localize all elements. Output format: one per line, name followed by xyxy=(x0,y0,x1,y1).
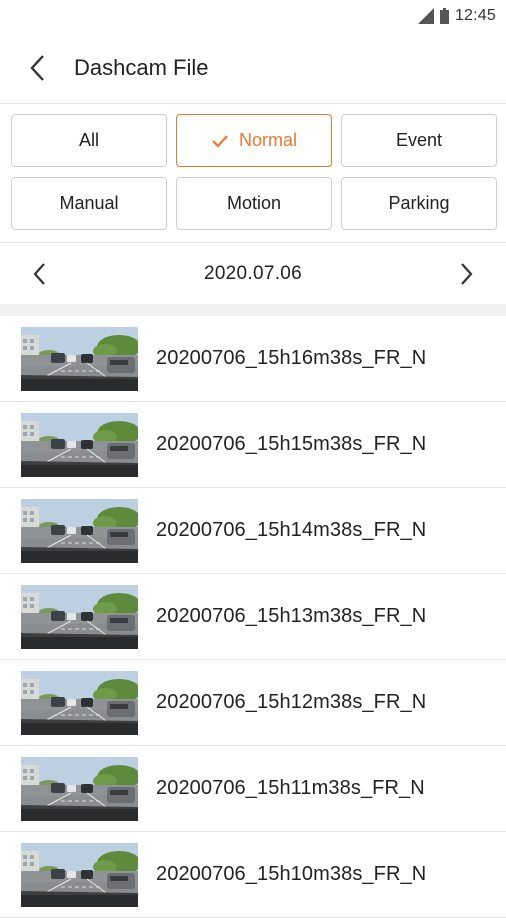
filter-label: All xyxy=(78,130,99,150)
file-item[interactable]: 20200706_15h14m38s_FR_N xyxy=(0,488,506,574)
file-item[interactable]: 20200706_15h11m38s_FR_N xyxy=(0,746,506,832)
filter-label: Event xyxy=(395,130,443,150)
section-divider xyxy=(0,304,506,316)
back-button[interactable] xyxy=(0,32,74,104)
filter-label: Motion xyxy=(226,193,282,213)
file-name: 20200706_15h11m38s_FR_N xyxy=(156,777,425,799)
filter-normal-button[interactable]: Normal xyxy=(176,114,332,167)
filter-label: Manual xyxy=(59,193,119,213)
video-thumbnail xyxy=(21,412,138,477)
checkmark-icon xyxy=(212,134,228,148)
filter-all-button[interactable]: All xyxy=(11,114,167,167)
battery-icon xyxy=(439,8,449,24)
video-thumbnail xyxy=(21,756,138,821)
video-thumbnail xyxy=(21,584,138,649)
file-item[interactable]: 20200706_15h16m38s_FR_N xyxy=(0,316,506,402)
filter-grid: All Normal Event Manual Motion Parking xyxy=(11,114,497,230)
signal-icon xyxy=(417,8,434,24)
file-name: 20200706_15h10m38s_FR_N xyxy=(156,863,427,885)
file-item[interactable]: 20200706_15h10m38s_FR_N xyxy=(0,832,506,918)
file-item[interactable]: 20200706_15h12m38s_FR_N xyxy=(0,660,506,746)
filter-event-button[interactable]: Event xyxy=(341,114,497,167)
date-navigator: 2020.07.06 xyxy=(0,242,506,304)
filter-motion-button[interactable]: Motion xyxy=(176,177,332,230)
file-name: 20200706_15h13m38s_FR_N xyxy=(156,605,427,627)
chevron-left-icon xyxy=(33,262,45,285)
video-thumbnail xyxy=(21,842,138,907)
file-name: 20200706_15h12m38s_FR_N xyxy=(156,691,427,713)
page-title: Dashcam File xyxy=(74,54,209,80)
current-date: 2020.07.06 xyxy=(203,262,303,284)
prev-date-button[interactable] xyxy=(0,243,78,305)
filter-parking-button[interactable]: Parking xyxy=(341,177,497,230)
filter-label: Normal xyxy=(238,130,297,150)
file-name: 20200706_15h16m38s_FR_N xyxy=(156,347,427,369)
filter-label: Parking xyxy=(388,193,450,213)
chevron-left-icon xyxy=(30,54,44,81)
file-name: 20200706_15h14m38s_FR_N xyxy=(156,519,427,541)
video-thumbnail xyxy=(21,326,138,391)
video-thumbnail xyxy=(21,670,138,735)
status-bar: 12:45 xyxy=(0,0,506,32)
file-item[interactable]: 20200706_15h15m38s_FR_N xyxy=(0,402,506,488)
video-thumbnail xyxy=(21,498,138,563)
app-bar: Dashcam File xyxy=(0,32,506,104)
file-name: 20200706_15h15m38s_FR_N xyxy=(156,433,427,455)
file-list: 20200706_15h16m38s_FR_N 20200706_15h15m3… xyxy=(0,316,506,918)
file-item[interactable]: 20200706_15h13m38s_FR_N xyxy=(0,574,506,660)
filter-manual-button[interactable]: Manual xyxy=(11,177,167,230)
chevron-right-icon xyxy=(461,262,473,285)
status-time: 12:45 xyxy=(454,7,496,24)
next-date-button[interactable] xyxy=(428,243,506,305)
